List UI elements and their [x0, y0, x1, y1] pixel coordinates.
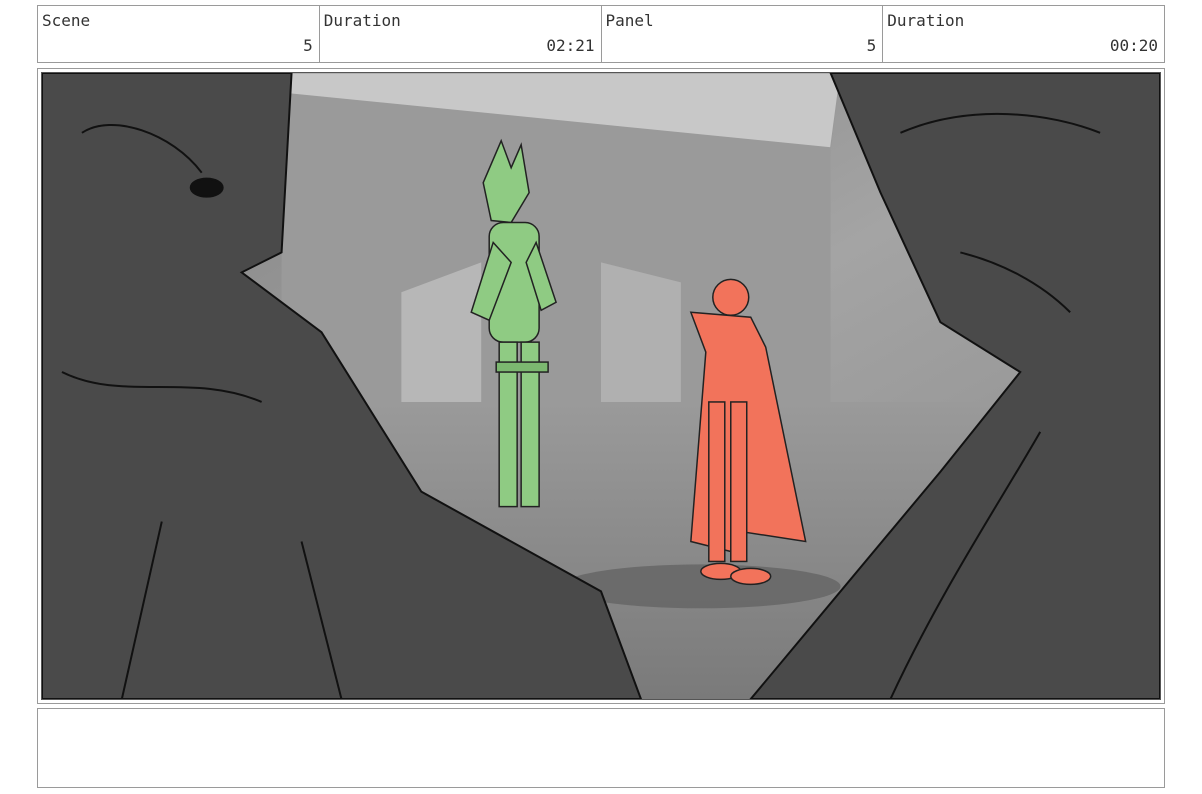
- panel-cell: Panel 5: [602, 6, 884, 62]
- scene-duration-cell: Duration 02:21: [320, 6, 602, 62]
- scene-duration-value: 02:21: [546, 36, 595, 55]
- storyboard-panel-image: [41, 72, 1161, 700]
- scene-value: 5: [303, 36, 313, 55]
- panel-drawing: [42, 73, 1160, 699]
- panel-notes-box[interactable]: [37, 708, 1165, 788]
- scene-cell: Scene 5: [38, 6, 320, 62]
- panel-duration-cell: Duration 00:20: [883, 6, 1164, 62]
- panel-duration-value: 00:20: [1109, 36, 1158, 55]
- storyboard-panel-frame: [37, 68, 1165, 704]
- panel-label: Panel: [605, 11, 654, 30]
- panel-duration-label: Duration: [887, 11, 965, 30]
- storyboard-header: Scene 5 Duration 02:21 Panel 5 Duration …: [37, 5, 1165, 63]
- wall-panel-right: [601, 262, 681, 402]
- panel-value: 5: [866, 36, 877, 55]
- scene-label: Scene: [42, 11, 91, 30]
- scene-duration-label: Duration: [323, 11, 401, 30]
